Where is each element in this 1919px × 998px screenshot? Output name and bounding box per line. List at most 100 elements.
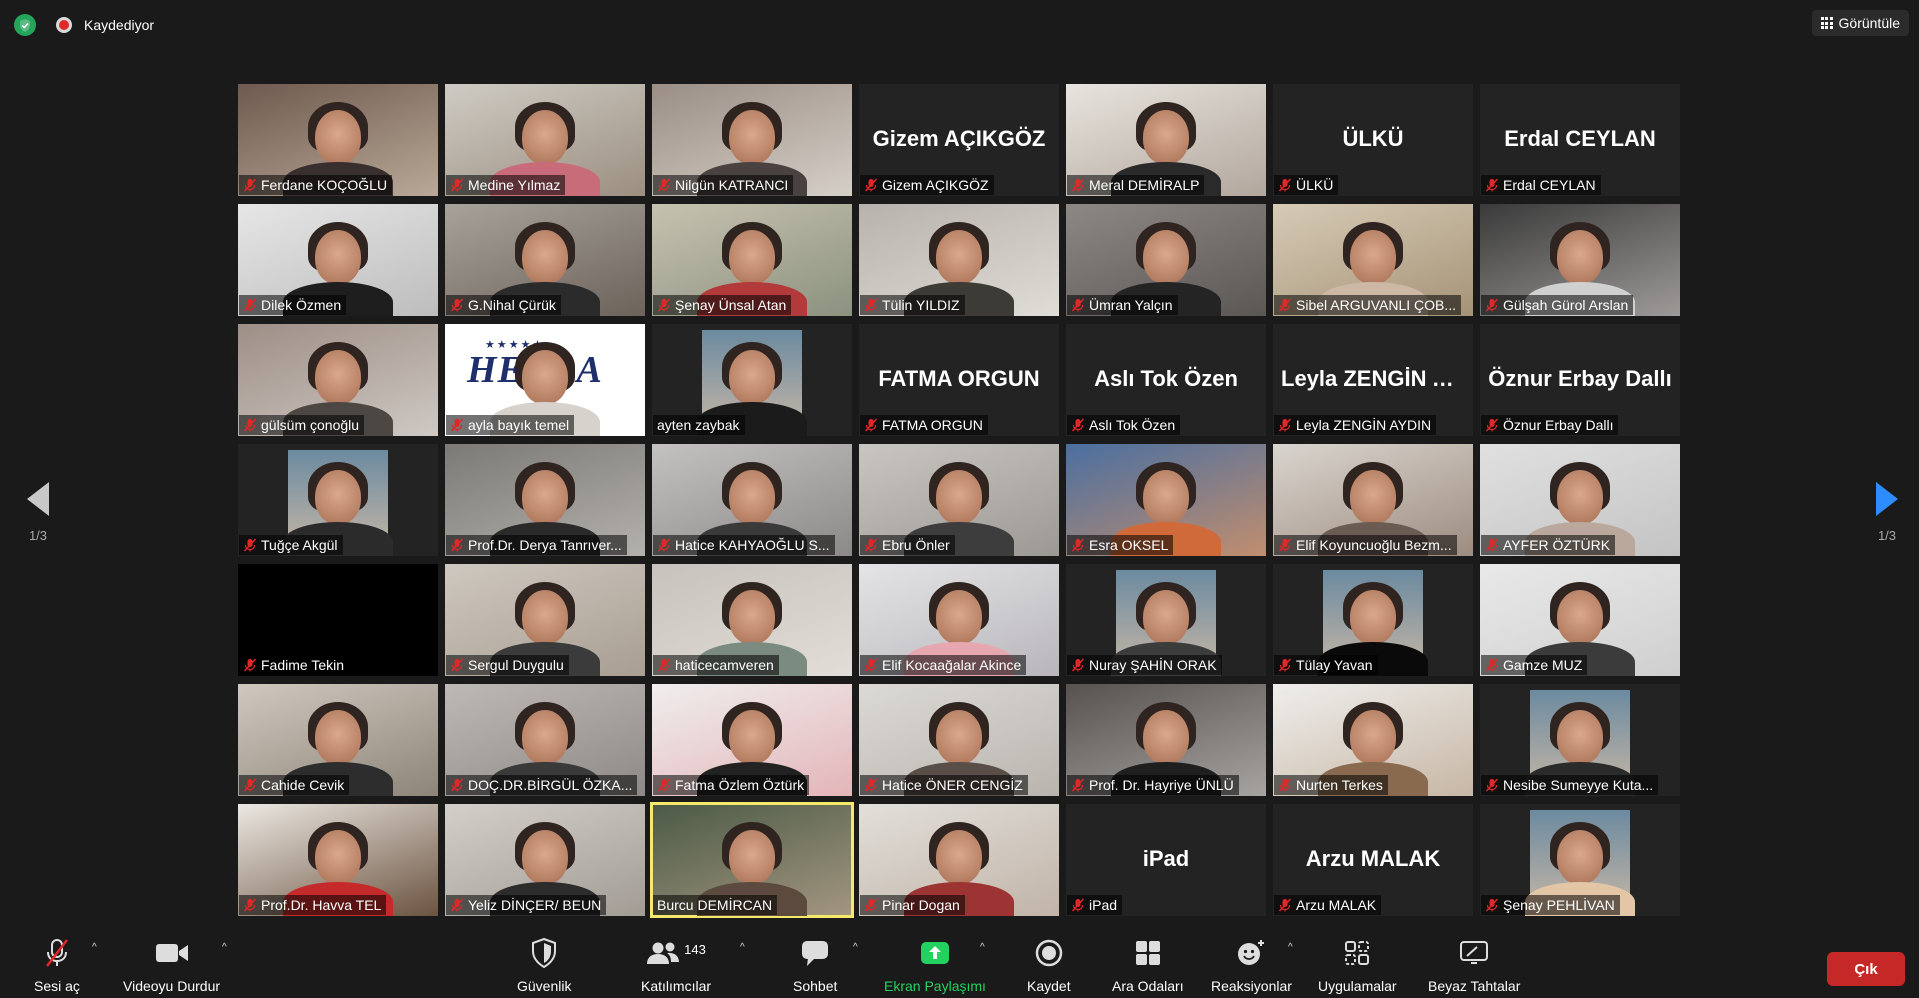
leave-button[interactable]: Çık — [1827, 952, 1905, 986]
participant-tile[interactable]: Medine Yılmaz — [445, 84, 645, 196]
participant-tile[interactable]: Gamze MUZ — [1480, 564, 1680, 676]
muted-microphone-icon — [450, 418, 464, 432]
participant-name-label: Gizem AÇIKGÖZ — [860, 175, 994, 195]
muted-microphone-icon — [864, 538, 878, 552]
participant-tile[interactable]: Hatice ÖNER CENGİZ — [859, 684, 1059, 796]
participant-tile[interactable]: Aslı Tok Özen Aslı Tok Özen — [1066, 324, 1266, 436]
participants-button[interactable]: 143 Katılımcılar — [641, 936, 711, 995]
encryption-shield-icon[interactable] — [14, 14, 36, 36]
participant-name: Fadime Tekin — [261, 657, 345, 673]
muted-microphone-icon — [1071, 298, 1085, 312]
participant-tile[interactable]: Nesibe Sumeyye Kuta... — [1480, 684, 1680, 796]
participant-tile[interactable]: Tuğçe Akgül — [238, 444, 438, 556]
chat-button[interactable]: Sohbet — [793, 936, 837, 994]
participant-tile[interactable]: Fadime Tekin — [238, 564, 438, 676]
participant-face — [522, 350, 568, 404]
participant-tile[interactable]: Şenay Ünsal Atan — [652, 204, 852, 316]
recording-indicator[interactable]: Kaydediyor — [56, 15, 154, 35]
participant-tile[interactable]: Öznur Erbay Dallı Öznur Erbay Dallı — [1480, 324, 1680, 436]
participant-tile[interactable]: Nilgün KATRANCI — [652, 84, 852, 196]
participant-tile[interactable]: Tülay Yavan — [1273, 564, 1473, 676]
participant-tile[interactable]: Erdal CEYLAN Erdal CEYLAN — [1480, 84, 1680, 196]
participant-tile[interactable]: DOÇ.DR.BİRGÜL ÖZKA... — [445, 684, 645, 796]
participants-caret-icon[interactable]: ^ — [740, 942, 745, 953]
participant-tile[interactable]: Ümran Yalçın — [1066, 204, 1266, 316]
participant-tile[interactable]: Gülşah Gürol Arslan — [1480, 204, 1680, 316]
view-button[interactable]: Görüntüle — [1811, 10, 1909, 36]
participant-tile[interactable]: gülsüm çonoğlu — [238, 324, 438, 436]
participant-tile[interactable]: Nuray ŞAHİN ORAK — [1066, 564, 1266, 676]
muted-microphone-icon — [1485, 538, 1499, 552]
audio-options-caret-icon[interactable]: ^ — [92, 942, 97, 953]
stop-video-button[interactable]: Videoyu Durdur — [123, 936, 220, 994]
participant-tile[interactable]: Gizem AÇIKGÖZ Gizem AÇIKGÖZ — [859, 84, 1059, 196]
participant-tile[interactable]: Esra OKSEL — [1066, 444, 1266, 556]
participant-tile[interactable]: haticecamveren — [652, 564, 852, 676]
breakout-rooms-button[interactable]: Ara Odaları — [1112, 936, 1184, 994]
participant-tile[interactable]: Sibel ARGUVANLI ÇOB... — [1273, 204, 1473, 316]
participant-tile[interactable]: ayten zaybak — [652, 324, 852, 436]
participant-tile[interactable]: Tülin YILDIZ — [859, 204, 1059, 316]
participant-tile[interactable]: Yeliz DİNÇER/ BEUN — [445, 804, 645, 916]
participant-name: Şenay PEHLİVAN — [1503, 897, 1615, 913]
participant-tile[interactable]: Meral DEMİRALP — [1066, 84, 1266, 196]
participant-name: Arzu MALAK — [1296, 897, 1377, 913]
participant-display-name: Leyla ZENGİN A... — [1281, 366, 1467, 391]
participant-tile[interactable]: Arzu MALAK Arzu MALAK — [1273, 804, 1473, 916]
participant-name-label: Hatice KAHYAOĞLU S... — [653, 535, 835, 555]
participant-tile[interactable]: Prof. Dr. Hayriye ÜNLÜ — [1066, 684, 1266, 796]
next-page-button[interactable]: 1/3 — [1867, 482, 1907, 543]
participant-tile[interactable]: Dilek Özmen — [238, 204, 438, 316]
video-options-caret-icon[interactable]: ^ — [222, 942, 227, 953]
participant-tile[interactable]: AYFER ÖZTÜRK — [1480, 444, 1680, 556]
participant-face — [522, 470, 568, 524]
participant-name-label: Tülin YILDIZ — [860, 295, 965, 315]
participant-tile[interactable]: Prof.Dr. Havva TEL — [238, 804, 438, 916]
participant-face — [1350, 470, 1396, 524]
participant-tile[interactable]: Elif Kocaağalar Akince — [859, 564, 1059, 676]
participant-face — [1557, 590, 1603, 644]
share-screen-button[interactable]: Ekran Paylaşımı — [884, 936, 986, 994]
participant-name-label: Şenay Ünsal Atan — [653, 295, 792, 315]
participant-tile[interactable]: Ferdane KOÇOĞLU — [238, 84, 438, 196]
muted-microphone-icon — [1278, 298, 1292, 312]
participant-tile[interactable]: Nurten Terkes — [1273, 684, 1473, 796]
previous-page-button[interactable]: 1/3 — [18, 482, 58, 543]
participant-name-label: Gamze MUZ — [1481, 655, 1588, 675]
reactions-caret-icon[interactable]: ^ — [1288, 942, 1293, 953]
participant-face — [936, 230, 982, 284]
participant-tile[interactable]: iPad iPad — [1066, 804, 1266, 916]
participant-tile[interactable]: Fatma Özlem Öztürk — [652, 684, 852, 796]
participant-tile[interactable]: Burcu DEMİRCAN — [650, 802, 854, 918]
reactions-button[interactable]: Reaksiyonlar — [1211, 936, 1292, 994]
participant-tile[interactable]: Sergul Duygulu — [445, 564, 645, 676]
whiteboards-button[interactable]: Beyaz Tahtalar — [1428, 936, 1520, 994]
participant-name-label: ayten zaybak — [653, 415, 745, 435]
participant-name: ayla bayık temel — [468, 417, 570, 433]
participant-tile[interactable]: FATMA ORGUN FATMA ORGUN — [859, 324, 1059, 436]
participant-tile[interactable]: Elif Koyuncuoğlu Bezm... — [1273, 444, 1473, 556]
record-button[interactable]: Kaydet — [1027, 936, 1071, 994]
security-button[interactable]: Güvenlik — [517, 936, 571, 994]
participant-tile[interactable]: Leyla ZENGİN A... Leyla ZENGİN AYDIN — [1273, 324, 1473, 436]
participant-tile[interactable]: Prof.Dr. Derya Tanrıver... — [445, 444, 645, 556]
chat-caret-icon[interactable]: ^ — [853, 942, 858, 953]
participant-name: Tülin YILDIZ — [882, 297, 960, 313]
participant-tile[interactable]: Şenay PEHLİVAN — [1480, 804, 1680, 916]
apps-button[interactable]: Uygulamalar — [1318, 936, 1397, 994]
muted-microphone-icon — [1278, 178, 1292, 192]
participant-name-label: Dilek Özmen — [239, 295, 347, 315]
share-caret-icon[interactable]: ^ — [980, 942, 985, 953]
participant-tile[interactable]: ÜLKÜ ÜLKÜ — [1273, 84, 1473, 196]
participant-face — [1350, 710, 1396, 764]
participant-tile[interactable]: Ebru Önler — [859, 444, 1059, 556]
muted-microphone-icon — [657, 778, 671, 792]
participant-tile[interactable]: HEPDA★★★★★ayla bayık temel — [445, 324, 645, 436]
muted-microphone-icon — [1485, 658, 1499, 672]
participant-tile[interactable]: Pinar Dogan — [859, 804, 1059, 916]
unmute-button[interactable]: Sesi aç — [34, 936, 80, 994]
participant-tile[interactable]: Cahide Cevik — [238, 684, 438, 796]
participant-face — [1557, 710, 1603, 764]
participant-tile[interactable]: Hatice KAHYAOĞLU S... — [652, 444, 852, 556]
participant-tile[interactable]: G.Nihal Çürük — [445, 204, 645, 316]
